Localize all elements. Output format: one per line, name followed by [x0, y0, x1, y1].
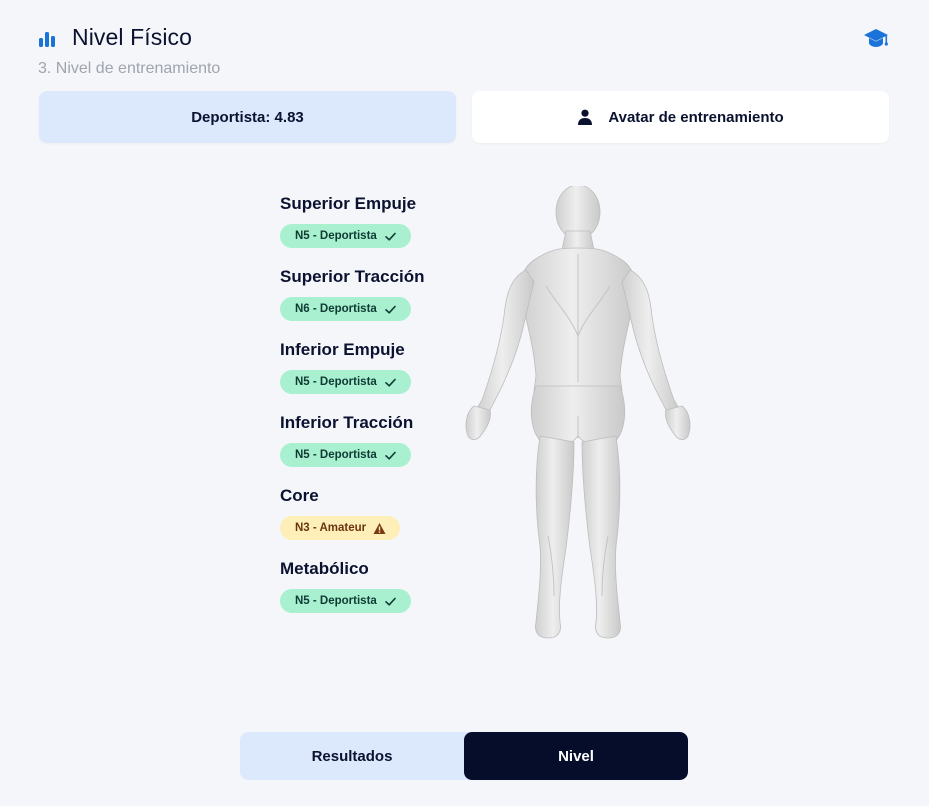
graduation-cap-icon[interactable]: [863, 26, 889, 50]
badge-label: N5 - Deportista: [295, 376, 377, 388]
tab-level[interactable]: Nivel: [464, 732, 688, 780]
tab-results-label: Resultados: [311, 747, 393, 765]
level-item-superior-empuje: Superior Empuje N5 - Deportista: [280, 194, 480, 267]
page-title: Nivel Físico: [72, 24, 193, 50]
level-name: Inferior Empuje: [280, 340, 405, 359]
badge-label: N5 - Deportista: [295, 595, 377, 607]
level-badge: N3 - Amateur: [280, 516, 401, 540]
avatar-button-label: Avatar de entrenamiento: [608, 108, 784, 126]
check-icon: [384, 305, 396, 314]
avatar-button[interactable]: Avatar de entrenamiento: [472, 91, 889, 143]
level-badge: N5 - Deportista: [280, 224, 411, 248]
level-name: Metabólico: [280, 559, 369, 578]
section-subtitle: 3. Nivel de entrenamiento: [38, 60, 221, 77]
badge-label: N6 - Deportista: [295, 303, 377, 315]
level-item-inferior-traccion: Inferior Tracción N5 - Deportista: [280, 413, 480, 486]
level-item-metabolico: Metabólico N5 - Deportista: [280, 559, 480, 632]
level-name: Superior Empuje: [280, 194, 417, 213]
level-name: Inferior Tracción: [280, 413, 414, 432]
tab-results[interactable]: Resultados: [240, 732, 464, 780]
tab-level-label: Nivel: [558, 747, 594, 765]
level-badge: N5 - Deportista: [280, 589, 411, 613]
check-icon: [384, 378, 396, 387]
badge-label: N3 - Amateur: [295, 522, 367, 534]
level-badge: N5 - Deportista: [280, 370, 411, 394]
person-icon: [578, 109, 593, 125]
level-name: Superior Tracción: [280, 267, 425, 286]
badge-label: N5 - Deportista: [295, 230, 377, 242]
badge-label: N5 - Deportista: [295, 449, 377, 461]
score-card: Deportista: 4.83: [39, 91, 456, 143]
level-badge: N6 - Deportista: [280, 297, 411, 321]
view-toggle: Resultados Nivel: [240, 732, 688, 780]
level-item-core: Core N3 - Amateur: [280, 486, 480, 559]
score-label: Deportista: 4.83: [191, 108, 304, 126]
level-badge: N5 - Deportista: [280, 443, 411, 467]
level-item-inferior-empuje: Inferior Empuje N5 - Deportista: [280, 340, 480, 413]
header: Nivel Físico: [38, 24, 889, 56]
page: Nivel Físico 3. Nivel de entrenamiento D…: [0, 0, 929, 806]
check-icon: [384, 597, 396, 606]
check-icon: [384, 232, 396, 241]
warning-icon: [373, 522, 386, 534]
level-name: Core: [280, 486, 319, 505]
level-list: Superior Empuje N5 - Deportista Superior…: [280, 194, 480, 632]
level-item-superior-traccion: Superior Tracción N6 - Deportista: [280, 267, 480, 340]
body-avatar-image: [465, 186, 691, 639]
bar-chart-icon: [39, 32, 55, 47]
check-icon: [384, 451, 396, 460]
